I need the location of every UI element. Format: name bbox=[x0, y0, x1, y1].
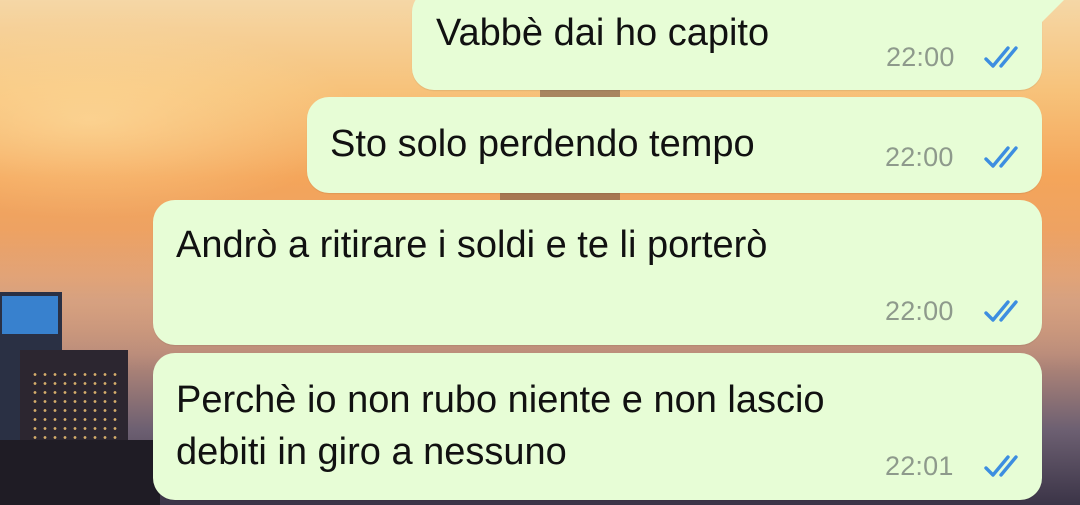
message-time: 22:00 bbox=[885, 296, 954, 326]
message-time: 22:00 bbox=[886, 42, 955, 72]
bubble-tail bbox=[1040, 0, 1064, 24]
message-text-line: debiti in giro a nessuno bbox=[176, 431, 567, 473]
message-time: 22:00 bbox=[885, 142, 954, 172]
message-bubble-outgoing[interactable]: Vabbè dai ho capito 22:00 bbox=[412, 0, 1042, 90]
double-check-icon bbox=[984, 455, 1018, 477]
message-time: 22:01 bbox=[885, 451, 954, 481]
wallpaper-building bbox=[0, 440, 160, 505]
double-check-icon bbox=[984, 146, 1018, 168]
message-bubble-outgoing[interactable]: Andrò a ritirare i soldi e te li porterò… bbox=[153, 200, 1042, 345]
message-text: Vabbè dai ho capito bbox=[436, 12, 770, 54]
message-text: Sto solo perdendo tempo bbox=[330, 123, 755, 165]
message-text-line: Perchè io non rubo niente e non lascio bbox=[176, 379, 825, 421]
double-check-icon bbox=[984, 300, 1018, 322]
message-bubble-outgoing[interactable]: Perchè io non rubo niente e non lascio d… bbox=[153, 353, 1042, 500]
message-text: Andrò a ritirare i soldi e te li porterò bbox=[176, 224, 768, 266]
double-check-icon bbox=[984, 46, 1018, 68]
message-bubble-outgoing[interactable]: Sto solo perdendo tempo 22:00 bbox=[307, 97, 1042, 193]
